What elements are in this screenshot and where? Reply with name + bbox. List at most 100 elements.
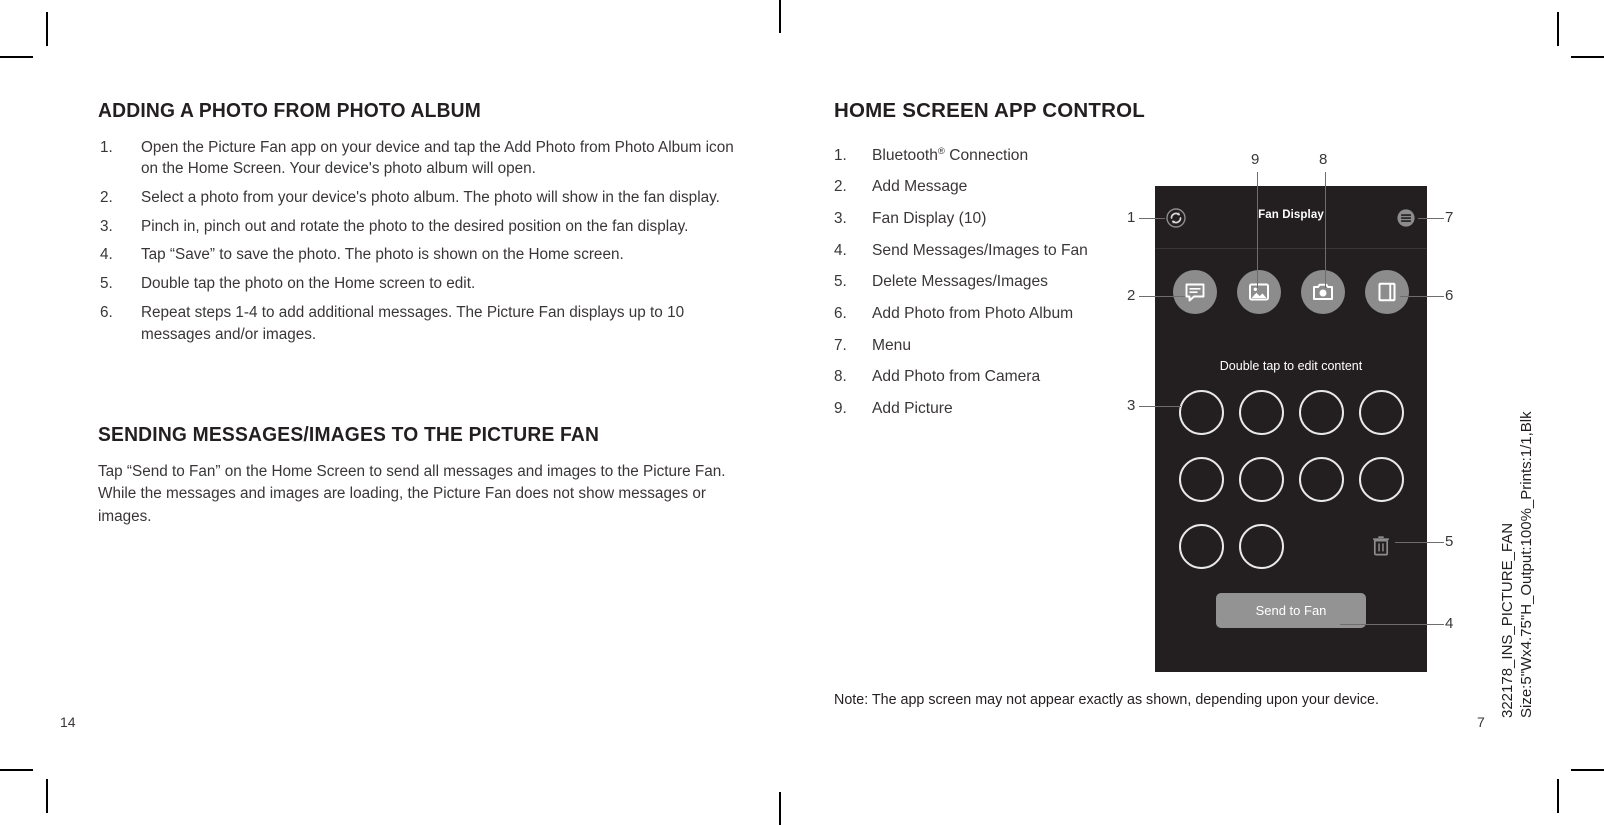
manual-page-spread: ADDING A PHOTO FROM PHOTO ALBUM 1. Open … <box>0 0 1604 825</box>
fan-display-slot[interactable] <box>1231 382 1291 442</box>
list-item-number: 3. <box>100 217 113 235</box>
list-item: 6. Repeat steps 1-4 to add additional me… <box>98 302 738 345</box>
list-item: 1. Open the Picture Fan app on your devi… <box>98 137 738 180</box>
list-item-text: Double tap the photo on the Home screen … <box>141 275 476 293</box>
fan-display-slot[interactable] <box>1351 382 1411 442</box>
callout-leader-6 <box>1400 296 1444 298</box>
fan-display-slot[interactable] <box>1171 516 1231 576</box>
list-item-text: Fan Display (10) <box>872 210 987 228</box>
list-item-number: 1. <box>834 146 847 164</box>
fan-display-row <box>1171 449 1411 509</box>
list-item-number: 1. <box>100 138 113 156</box>
send-to-fan-button[interactable]: Send to Fan <box>1216 593 1366 628</box>
app-title: Fan Display <box>1258 209 1324 221</box>
menu-icon[interactable] <box>1396 208 1416 228</box>
callout-leader-8 <box>1325 172 1327 288</box>
section-title-adding-photo: ADDING A PHOTO FROM PHOTO ALBUM <box>98 99 482 122</box>
add-photo-album-icon[interactable] <box>1365 270 1409 314</box>
list-item-number: 7. <box>834 336 847 354</box>
list-item-number: 8. <box>834 368 847 386</box>
list-item-number: 3. <box>834 210 847 228</box>
registered-trademark-symbol: ® <box>937 145 945 157</box>
list-item: 5. Double tap the photo on the Home scre… <box>98 273 738 295</box>
list-item-number: 5. <box>100 275 113 293</box>
print-specification-block: 322178_INS_PICTURE_FAN Size:5"Wx4.75"H_O… <box>1498 411 1536 718</box>
list-item-text: Tap “Save” to save the photo. The photo … <box>141 246 624 264</box>
list-item: 1. Bluetooth® Connection <box>834 145 1254 167</box>
list-item-text: Add Photo from Camera <box>872 368 1041 386</box>
list-item-text: Delete Messages/Images <box>872 273 1048 291</box>
fan-display-slot[interactable] <box>1231 516 1291 576</box>
slot-ring <box>1238 523 1284 569</box>
crop-mark-top-right-vertical <box>1557 12 1559 46</box>
callout-leader-9 <box>1257 172 1259 288</box>
left-page-content: ADDING A PHOTO FROM PHOTO ALBUM 1. Open … <box>98 99 738 528</box>
callout-number-2: 2 <box>1127 287 1136 304</box>
page-number-right: 7 <box>1477 714 1485 730</box>
fan-display-slot[interactable] <box>1171 382 1231 442</box>
fan-display-grid <box>1171 382 1411 583</box>
list-item-number: 6. <box>834 304 847 322</box>
list-item-text: Add Picture <box>872 399 953 417</box>
list-item-text: Repeat steps 1-4 to add additional messa… <box>141 303 685 343</box>
edit-hint-text: Double tap to edit content <box>1219 359 1363 373</box>
callout-leader-1 <box>1139 218 1165 220</box>
crop-mark-bottom-center <box>779 792 781 825</box>
callout-number-7: 7 <box>1445 209 1454 226</box>
list-item-text-after: Connection <box>944 146 1029 164</box>
add-photo-camera-icon[interactable] <box>1301 270 1345 314</box>
list-item-number: 9. <box>834 399 847 417</box>
list-item-text: Add Photo from Photo Album <box>872 304 1074 322</box>
crop-mark-top-left-horizontal <box>0 56 33 58</box>
add-picture-icon[interactable] <box>1237 270 1281 314</box>
slot-ring <box>1238 389 1284 435</box>
list-item: 2. Select a photo from your device's pho… <box>98 187 738 209</box>
print-spec-dimensions: Size:5"Wx4.75"H_Output:100%_Prints:1/1,B… <box>1518 411 1536 718</box>
callout-number-8: 8 <box>1319 151 1328 168</box>
page-number-left: 14 <box>60 714 76 730</box>
list-item-number: 4. <box>834 241 847 259</box>
callout-number-5: 5 <box>1445 533 1454 550</box>
crop-mark-top-center <box>779 0 781 33</box>
slot-ring <box>1358 456 1404 502</box>
slot-ring <box>1178 523 1224 569</box>
fan-display-slot[interactable] <box>1351 449 1411 509</box>
list-item-text: Send Messages/Images to Fan <box>872 241 1088 259</box>
list-item-number: 5. <box>834 273 847 291</box>
slot-ring <box>1178 456 1224 502</box>
list-item-text: Pinch in, pinch out and rotate the photo… <box>141 217 689 235</box>
delete-icon[interactable] <box>1351 516 1411 576</box>
fan-display-row <box>1171 516 1411 576</box>
fan-display-slot[interactable] <box>1171 449 1231 509</box>
phone-app-screenshot: Fan Display Double tap to edit content S… <box>1155 186 1427 672</box>
list-item-number: 4. <box>100 246 113 264</box>
slot-ring <box>1358 389 1404 435</box>
callout-leader-4 <box>1340 624 1444 626</box>
list-item: 4. Tap “Save” to save the photo. The pho… <box>98 244 738 266</box>
fan-display-slot-empty <box>1291 516 1351 576</box>
section-title-home-screen-app-control: HOME SCREEN APP CONTROL <box>834 99 1145 122</box>
add-message-icon[interactable] <box>1173 270 1217 314</box>
section-body-sending-messages: Tap “Send to Fan” on the Home Screen to … <box>98 462 726 525</box>
callout-leader-7 <box>1418 218 1444 220</box>
slot-ring <box>1178 389 1224 435</box>
crop-mark-top-left-vertical <box>46 12 48 46</box>
app-action-button-row <box>1155 270 1427 314</box>
fan-display-slot[interactable] <box>1291 449 1351 509</box>
callout-number-4: 4 <box>1445 615 1454 632</box>
fan-display-slot[interactable] <box>1291 382 1351 442</box>
crop-mark-bottom-left-vertical <box>46 779 48 813</box>
list-item-number: 2. <box>100 188 113 206</box>
print-spec-job-name: 322178_INS_PICTURE_FAN <box>1499 522 1516 718</box>
list-item-number: 6. <box>100 303 113 321</box>
fan-display-slot[interactable] <box>1231 449 1291 509</box>
device-disclaimer-note: Note: The app screen may not appear exac… <box>834 692 1379 708</box>
crop-mark-top-right-horizontal <box>1571 56 1604 58</box>
app-header-bar: Fan Display <box>1155 186 1427 249</box>
callout-leader-5 <box>1395 542 1444 544</box>
slot-ring <box>1238 456 1284 502</box>
crop-mark-bottom-right-vertical <box>1557 779 1559 813</box>
slot-ring <box>1298 456 1344 502</box>
list-item-text: Select a photo from your device's photo … <box>141 188 720 206</box>
